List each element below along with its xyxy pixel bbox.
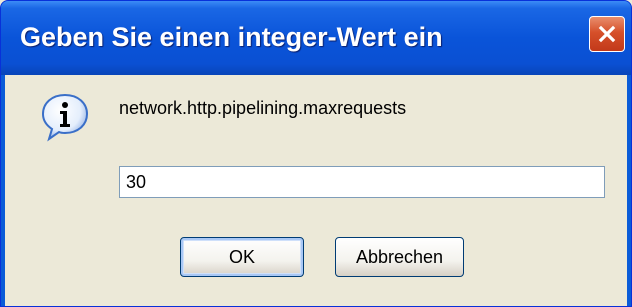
info-icon (41, 93, 89, 142)
value-input[interactable] (119, 166, 605, 198)
close-icon (598, 25, 616, 43)
close-button[interactable] (589, 16, 625, 52)
window-title: Geben Sie einen integer-Wert ein (20, 22, 443, 52)
prompt-label: network.http.pipelining.maxrequests (119, 98, 407, 118)
title-bar[interactable]: Geben Sie einen integer-Wert ein (1, 1, 631, 75)
ok-button[interactable]: OK (180, 237, 304, 277)
dialog-body: network.http.pipelining.maxrequests OK A… (5, 75, 627, 306)
cancel-button[interactable]: Abbrechen (335, 237, 464, 277)
dialog-window: Geben Sie einen integer-Wert ein network… (0, 0, 632, 307)
